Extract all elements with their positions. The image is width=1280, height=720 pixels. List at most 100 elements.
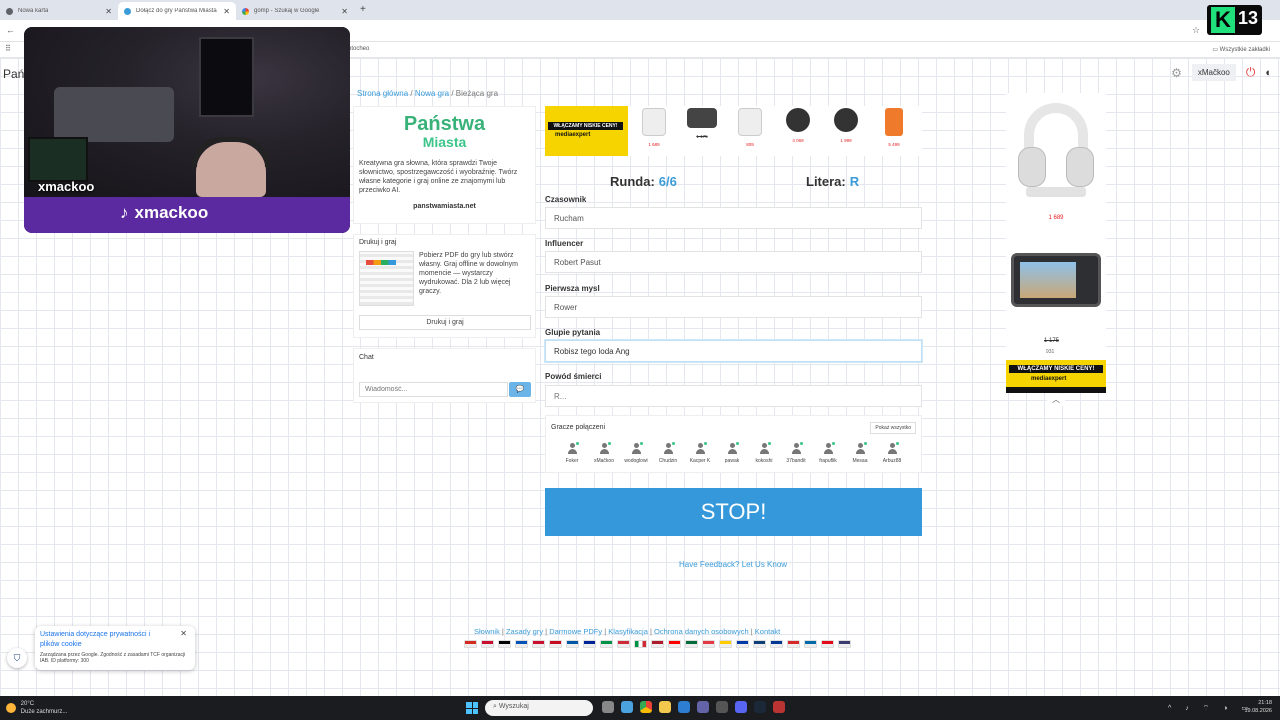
language-flag-icon[interactable] xyxy=(838,640,851,648)
ad-product[interactable]: 1 689 xyxy=(637,108,671,154)
close-icon[interactable]: ✕ xyxy=(105,7,112,16)
ad-product[interactable]: 4 069 xyxy=(781,108,815,154)
tab-google-search[interactable]: gomp - Szukaj w Google ✕ xyxy=(236,2,354,20)
language-flag-icon[interactable] xyxy=(583,640,596,648)
widgets-icon[interactable] xyxy=(621,701,633,713)
field-death-cause[interactable] xyxy=(545,385,922,407)
steam-icon[interactable] xyxy=(754,701,766,713)
close-icon[interactable]: ✕ xyxy=(341,7,348,16)
stop-button[interactable]: STOP! xyxy=(545,488,922,536)
gear-icon[interactable]: ⚙ xyxy=(1171,66,1182,80)
language-flag-icon[interactable] xyxy=(634,640,647,648)
temperature: 20°C xyxy=(20,701,35,707)
user-name[interactable]: xMačkoo xyxy=(1191,64,1236,81)
privacy-shield-icon[interactable]: ⛉ xyxy=(7,648,27,668)
field-influencer[interactable] xyxy=(545,251,922,273)
player-name: kokoshi xyxy=(755,458,773,464)
send-button[interactable]: 💬 xyxy=(509,382,531,397)
footer-link[interactable]: Klasyfikacja xyxy=(608,627,648,636)
teams-icon[interactable] xyxy=(697,701,709,713)
footer-link[interactable]: Słownik xyxy=(474,627,500,636)
language-flag-icon[interactable] xyxy=(515,640,528,648)
language-flag-icon[interactable] xyxy=(617,640,630,648)
breadcrumb-new-game[interactable]: Nowa gra xyxy=(415,89,449,98)
show-all-button[interactable]: Pokaż wszystko xyxy=(870,422,916,434)
language-flag-icon[interactable] xyxy=(719,640,732,648)
print-button[interactable]: Drukuj i graj xyxy=(359,315,531,330)
footer-link[interactable]: Ochrona danych osobowych xyxy=(654,627,749,636)
language-flag-icon[interactable] xyxy=(702,640,715,648)
app-icon[interactable] xyxy=(716,701,728,713)
tab-new-tab[interactable]: Nowa karta ✕ xyxy=(0,2,118,20)
language-flag-icon[interactable] xyxy=(753,640,766,648)
task-view-icon[interactable] xyxy=(602,701,614,713)
all-bookmarks[interactable]: ▭ Wszystkie zakładki xyxy=(1212,46,1270,53)
tab-game[interactable]: Dołącz do gry Państwa Miasta ✕ xyxy=(118,2,236,20)
ad-banner-right[interactable]: 1 689 1 175 931 WŁĄCZAMY NISKIE CENY! me… xyxy=(1006,93,1106,393)
footer-link[interactable]: Darmowe PDFy xyxy=(549,627,602,636)
language-flag-icon[interactable] xyxy=(651,640,664,648)
chat-input[interactable] xyxy=(359,382,508,397)
language-flag-icon[interactable] xyxy=(532,640,545,648)
field-silly-questions[interactable] xyxy=(545,340,922,362)
cookie-title[interactable]: Ustawienia dotyczące prywatności i plikó… xyxy=(40,630,170,650)
apps-icon[interactable]: ⠿ xyxy=(5,44,11,53)
ad-product[interactable]: 809 xyxy=(733,108,767,154)
mail-icon[interactable] xyxy=(678,701,690,713)
player-name: pawak xyxy=(724,458,740,464)
weather-widget[interactable]: 20°C Duże zachmurz... xyxy=(6,700,67,716)
breadcrumb-home[interactable]: Strona główna xyxy=(357,89,408,98)
language-flag-icon[interactable] xyxy=(481,640,494,648)
discord-icon[interactable] xyxy=(735,701,747,713)
chevron-up-icon[interactable]: ︿ xyxy=(1047,394,1065,406)
field-verb[interactable] xyxy=(545,207,922,229)
feedback-link[interactable]: Have Feedback? Let Us Know xyxy=(679,560,787,569)
all-bookmarks-label: Wszystkie zakładki xyxy=(1219,47,1270,53)
ad-product[interactable]: 1 999 xyxy=(829,108,863,154)
language-flag-icon[interactable] xyxy=(566,640,579,648)
file-explorer-icon[interactable] xyxy=(659,701,671,713)
online-indicator xyxy=(832,442,835,445)
language-flag-icon[interactable] xyxy=(549,640,562,648)
language-flag-icon[interactable] xyxy=(770,640,783,648)
new-tab-button[interactable]: + xyxy=(360,4,366,15)
chrome-icon[interactable] xyxy=(640,701,652,713)
logo[interactable]: Państwa Miasta xyxy=(359,114,530,151)
bookmark-item[interactable]: otocheo xyxy=(348,46,369,52)
tiktok-bar: ♪ xmackoo xyxy=(24,197,350,233)
chat-bubble-icon: 💬 xyxy=(515,386,525,393)
language-flag-icon[interactable] xyxy=(787,640,800,648)
obs-icon[interactable] xyxy=(773,701,785,713)
online-indicator xyxy=(576,442,579,445)
cookie-settings-popup[interactable]: Ustawienia dotyczące prywatności i plikó… xyxy=(35,626,195,670)
language-flag-icon[interactable] xyxy=(804,640,817,648)
language-flag-icon[interactable] xyxy=(821,640,834,648)
power-icon[interactable]: ⏻ xyxy=(1246,65,1256,80)
ad-slogan: WŁĄCZAMY NISKIE CENY! xyxy=(1009,365,1103,373)
back-icon[interactable]: ← xyxy=(6,25,15,35)
language-flag-icon[interactable] xyxy=(668,640,681,648)
user-toolbar: ⚙ xMačkoo ⏻ ◐ xyxy=(1171,64,1272,81)
windows-start-icon[interactable] xyxy=(466,702,478,714)
footer-link[interactable]: Zasady gry xyxy=(506,627,543,636)
close-icon[interactable]: ✕ xyxy=(180,629,187,638)
language-flag-icon[interactable] xyxy=(685,640,698,648)
tiktok-name: xmackoo xyxy=(134,203,209,222)
ad-banner-top[interactable]: WŁĄCZAMY NISKIE CENY! mediaexpert 1 689 … xyxy=(545,106,922,156)
ad-product[interactable]: 5 499 xyxy=(877,108,911,154)
clock[interactable]: 21:18 19.08.2026 xyxy=(1244,699,1272,715)
breadcrumb: Strona główna / Nowa gra / Bieżąca gra xyxy=(357,89,498,98)
language-flag-icon[interactable] xyxy=(464,640,477,648)
taskbar-search[interactable]: ⌕ Wyszukaj xyxy=(485,700,593,716)
taskbar-apps xyxy=(602,701,785,713)
language-flag-icon[interactable] xyxy=(498,640,511,648)
close-icon[interactable]: ✕ xyxy=(223,7,230,16)
moon-icon[interactable]: ◐ xyxy=(1265,67,1272,79)
system-tray-icons[interactable]: ^ ♪ ⌔ ◑ ▭ xyxy=(1168,704,1254,713)
language-flag-icon[interactable] xyxy=(736,640,749,648)
footer-link[interactable]: Kontakt xyxy=(755,627,780,636)
ad-product[interactable]: 1 175 xyxy=(685,108,719,154)
star-icon[interactable]: ☆ xyxy=(1192,25,1200,36)
field-first-thought[interactable] xyxy=(545,296,922,318)
language-flag-icon[interactable] xyxy=(600,640,613,648)
